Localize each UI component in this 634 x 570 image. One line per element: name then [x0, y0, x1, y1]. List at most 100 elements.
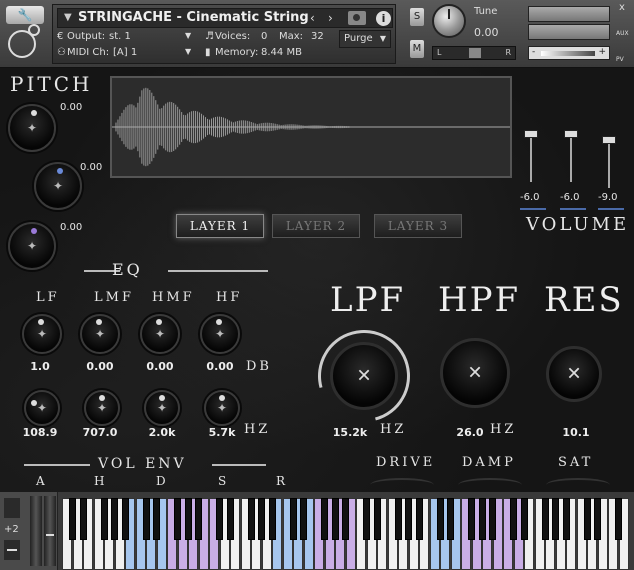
- black-key[interactable]: [615, 498, 622, 540]
- midi-channel-value[interactable]: [A] 1: [113, 47, 137, 58]
- eq-lmf-freq-knob[interactable]: ✦: [84, 390, 120, 426]
- black-key[interactable]: [289, 498, 297, 540]
- waveform-display[interactable]: [110, 76, 512, 178]
- env-hold-label: H: [94, 474, 108, 488]
- black-key[interactable]: [489, 498, 496, 540]
- pitch-value-1: 0.00: [60, 102, 83, 113]
- pv-button[interactable]: PV: [616, 56, 624, 63]
- max-voices-value[interactable]: 32: [311, 31, 324, 42]
- mute-button[interactable]: M: [410, 40, 424, 58]
- black-key[interactable]: [415, 498, 423, 540]
- black-key[interactable]: [552, 498, 559, 540]
- pitch-knob-2[interactable]: ✦: [34, 162, 82, 210]
- next-instrument-icon[interactable]: ›: [328, 11, 333, 25]
- black-key[interactable]: [121, 498, 129, 540]
- black-key[interactable]: [394, 498, 402, 540]
- black-key[interactable]: [510, 498, 517, 540]
- black-key[interactable]: [478, 498, 486, 540]
- eq-hmf-gain-knob[interactable]: ✦: [140, 314, 180, 354]
- sat-knob[interactable]: [546, 478, 610, 492]
- black-key[interactable]: [184, 498, 192, 540]
- black-key[interactable]: [268, 498, 276, 540]
- pitch-bend-wheel[interactable]: [30, 496, 42, 566]
- tab-layer-1[interactable]: LAYER 1: [176, 214, 264, 238]
- black-key[interactable]: [195, 498, 202, 540]
- black-key[interactable]: [373, 498, 381, 540]
- drive-knob[interactable]: [370, 478, 434, 492]
- black-key[interactable]: [520, 498, 528, 540]
- eq-lmf-gain-knob[interactable]: ✦: [80, 314, 120, 354]
- solo-button[interactable]: S: [410, 8, 424, 26]
- volume-slider[interactable]: - +: [528, 46, 610, 60]
- output-value[interactable]: st. 1: [109, 31, 131, 42]
- instrument-title[interactable]: STRINGACHE - Cinematic String SFX: [78, 10, 308, 25]
- volume-fader-2[interactable]: [564, 130, 578, 186]
- black-key[interactable]: [436, 498, 444, 540]
- fader-cap[interactable]: [602, 136, 616, 144]
- volume-value-3: -9.0: [598, 192, 618, 203]
- fader-cap[interactable]: [564, 130, 578, 138]
- black-key[interactable]: [69, 498, 76, 540]
- wrench-icon[interactable]: 🔧: [6, 6, 44, 24]
- tune-knob[interactable]: [432, 4, 466, 38]
- collapse-arrow-icon[interactable]: ▼: [64, 12, 72, 23]
- knob-indicator: [156, 319, 162, 325]
- pan-slider[interactable]: L R: [432, 46, 516, 60]
- pitch-knob-3[interactable]: ✦: [8, 222, 56, 270]
- black-key[interactable]: [216, 498, 223, 540]
- purge-dropdown[interactable]: Purge ▼: [339, 30, 391, 48]
- res-knob[interactable]: ✕: [546, 346, 602, 402]
- fader-cap[interactable]: [524, 130, 538, 138]
- octave-up-button[interactable]: [4, 498, 20, 518]
- black-key[interactable]: [174, 498, 181, 540]
- damp-knob[interactable]: [458, 478, 522, 492]
- black-key[interactable]: [100, 498, 108, 540]
- black-key[interactable]: [258, 498, 265, 540]
- black-key[interactable]: [562, 498, 570, 540]
- close-icon[interactable]: x: [619, 2, 625, 13]
- black-key[interactable]: [153, 498, 160, 540]
- info-icon[interactable]: i: [376, 11, 391, 26]
- black-key[interactable]: [79, 498, 87, 540]
- black-key[interactable]: [111, 498, 118, 540]
- volume-fader-3[interactable]: [602, 136, 616, 192]
- mod-wheel[interactable]: [44, 496, 56, 566]
- black-key[interactable]: [342, 498, 349, 540]
- prev-instrument-icon[interactable]: ‹: [310, 11, 315, 25]
- eq-band-lmf: LMF: [94, 290, 134, 305]
- octave-down-button[interactable]: [4, 540, 20, 560]
- hpf-knob[interactable]: ✕: [440, 338, 510, 408]
- black-key[interactable]: [363, 498, 370, 540]
- black-key[interactable]: [142, 498, 150, 540]
- tune-value: 0.00: [474, 26, 499, 39]
- midi-dropdown-icon[interactable]: ▼: [185, 47, 191, 56]
- volume-fader-1[interactable]: [524, 130, 538, 186]
- pan-thumb[interactable]: [469, 48, 481, 58]
- camera-icon[interactable]: [348, 11, 366, 25]
- black-key[interactable]: [405, 498, 412, 540]
- piano-keyboard[interactable]: [62, 498, 634, 570]
- tab-layer-3[interactable]: LAYER 3: [374, 214, 462, 238]
- eq-hf-freq-knob[interactable]: ✦: [204, 390, 240, 426]
- black-key[interactable]: [226, 498, 234, 540]
- black-key[interactable]: [247, 498, 255, 540]
- aux-button[interactable]: AUX: [616, 30, 629, 37]
- black-key[interactable]: [594, 498, 601, 540]
- eq-lf-freq-knob[interactable]: ✦: [24, 390, 60, 426]
- tab-layer-2[interactable]: LAYER 2: [272, 214, 360, 238]
- black-key[interactable]: [541, 498, 549, 540]
- black-key[interactable]: [321, 498, 328, 540]
- knob-cross-icon: ✦: [52, 179, 64, 193]
- black-key[interactable]: [331, 498, 339, 540]
- black-key[interactable]: [583, 498, 591, 540]
- pitch-value-3: 0.00: [60, 222, 83, 233]
- eq-hmf-freq-knob[interactable]: ✦: [144, 390, 180, 426]
- eq-lf-gain-knob[interactable]: ✦: [22, 314, 62, 354]
- lpf-knob[interactable]: ✕: [330, 342, 398, 410]
- pitch-knob-1[interactable]: ✦: [8, 104, 56, 152]
- black-key[interactable]: [447, 498, 454, 540]
- black-key[interactable]: [468, 498, 475, 540]
- eq-hf-gain-knob[interactable]: ✦: [200, 314, 240, 354]
- output-dropdown-icon[interactable]: ▼: [185, 31, 191, 40]
- black-key[interactable]: [300, 498, 307, 540]
